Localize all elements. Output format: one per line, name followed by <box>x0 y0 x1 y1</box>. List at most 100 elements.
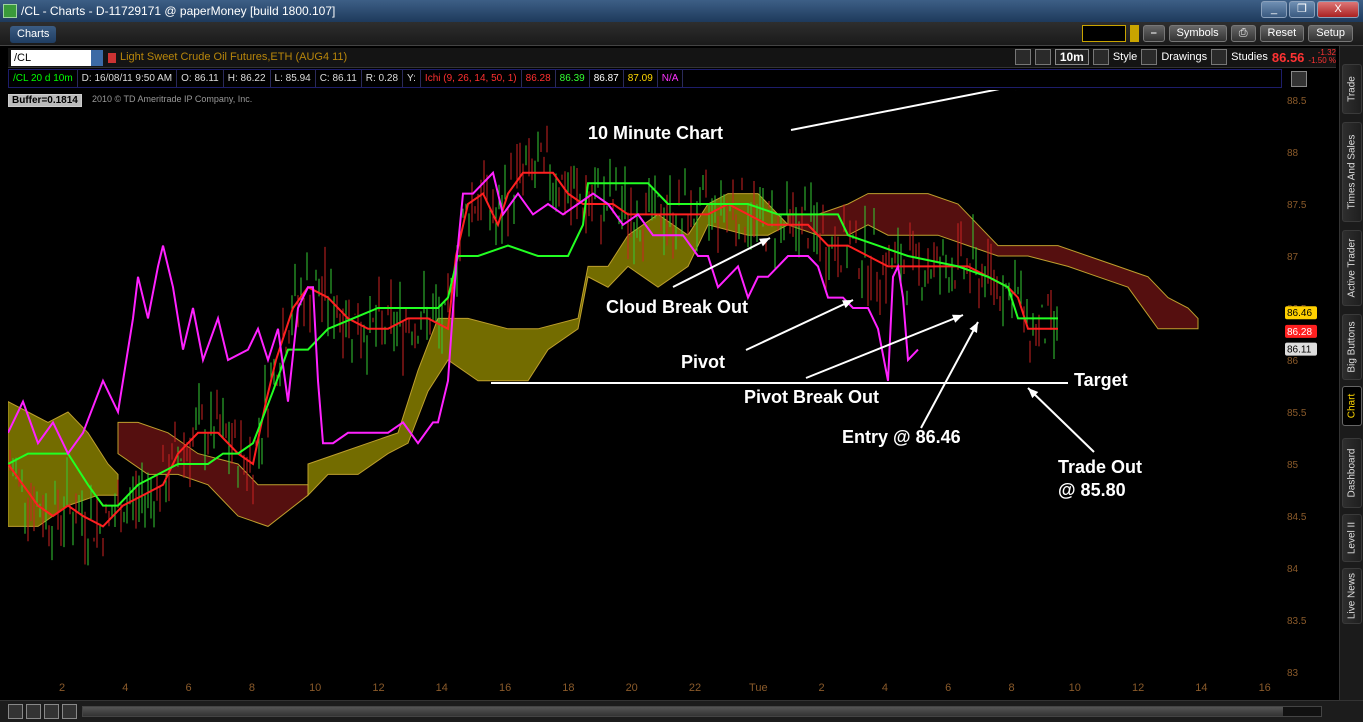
studies-icon[interactable] <box>1211 49 1228 65</box>
annotation-pivot-break: Pivot Break Out <box>744 387 879 407</box>
ichimoku-cloud <box>117 421 309 527</box>
symbol-description: Light Sweet Crude Oil Futures,ETH (AUG4 … <box>120 51 348 63</box>
side-tab-label: Times And Sales <box>1346 134 1358 210</box>
print-icon[interactable]: ⎙ <box>1230 25 1256 42</box>
drawings-button[interactable]: Drawings <box>1161 51 1207 63</box>
side-tab-label: Level II <box>1346 521 1358 555</box>
bottom-toolbar <box>0 700 1363 722</box>
symbol-input[interactable]: /CL <box>11 50 91 66</box>
setup-button[interactable]: Setup <box>1308 25 1353 42</box>
trade-out-arrow <box>1027 387 1095 453</box>
pan-hand-icon[interactable] <box>62 704 77 719</box>
symbol-bar: /CL Light Sweet Crude Oil Futures,ETH (A… <box>8 48 1336 68</box>
ichimoku-cloud <box>307 193 789 497</box>
price-tick: 87.5 <box>1287 200 1307 211</box>
symbol-dropdown-icon[interactable] <box>91 50 103 66</box>
pivot-break-arrow <box>805 314 964 379</box>
time-tick: 2 <box>59 682 65 694</box>
side-tab-dashboard[interactable]: Dashboard <box>1342 438 1362 508</box>
side-tab-level-ii[interactable]: Level II <box>1342 514 1362 562</box>
price-tick: 86 <box>1287 356 1299 367</box>
title-arrow <box>790 83 1026 131</box>
zoom-icon[interactable] <box>1014 49 1031 65</box>
chart-canvas[interactable]: 10 Minute Chart Cloud Break Out Pivot Pivot… <box>7 81 1282 676</box>
side-tab-label: Chart <box>1346 393 1358 419</box>
price-change: -1.32 -1.50 % <box>1308 49 1336 65</box>
app-icon <box>3 4 17 18</box>
side-tab-label: Trade <box>1346 76 1358 102</box>
settings-icon[interactable] <box>1034 49 1051 65</box>
drawings-icon[interactable] <box>1141 49 1158 65</box>
window-controls: _ ❐ X <box>1261 1 1359 18</box>
pivot-break-arrow-head <box>952 314 963 323</box>
study-value-3: 86.87 <box>590 70 624 87</box>
minimize-button[interactable]: _ <box>1261 1 1287 18</box>
time-tick: Tue <box>749 682 768 694</box>
symbols-button[interactable]: Symbols <box>1168 25 1227 42</box>
annotation-trade-out: Trade Out <box>1058 457 1142 477</box>
time-tick: 12 <box>1132 682 1144 694</box>
time-tick: 4 <box>882 682 888 694</box>
link-dropdown-icon[interactable] <box>1130 25 1139 42</box>
side-tab-times-and-sales[interactable]: Times And Sales <box>1342 122 1362 222</box>
price-scale-canvas: 88.58887.58786.58685.58584.58483.58386.4… <box>1285 96 1317 679</box>
time-axis[interactable]: 2 4 6 8 10 12 14 16 18 20 22 Tue 2 4 6 8 10 12 14 16 <box>8 676 1282 698</box>
style-icon[interactable] <box>1092 49 1109 65</box>
price-chart[interactable]: 10 Minute Chart Cloud Break Out Pivot Pivot… <box>7 81 1282 676</box>
entry-arrow <box>920 321 979 429</box>
time-tick: 22 <box>689 682 701 694</box>
tab-charts[interactable]: Charts <box>10 26 57 43</box>
price-tag: 86.11 <box>1287 345 1312 356</box>
horizontal-scrollbar[interactable] <box>82 706 1322 717</box>
bar-open: O: 86.11 <box>177 70 224 87</box>
studies-button[interactable]: Studies <box>1231 51 1268 63</box>
side-tab-trade[interactable]: Trade <box>1342 64 1362 114</box>
ichimoku-cloud <box>787 193 1199 330</box>
price-tick: 84.5 <box>1287 512 1307 523</box>
maximize-button[interactable]: ❐ <box>1289 1 1315 18</box>
price-tick: 83 <box>1287 668 1299 676</box>
chart-settings-icon[interactable] <box>1291 71 1307 87</box>
bar-low: L: 85.94 <box>271 70 316 87</box>
time-tick: 10 <box>309 682 321 694</box>
time-tick: 16 <box>1259 682 1271 694</box>
time-axis-canvas: 2 4 6 8 10 12 14 16 18 20 22 Tue 2 4 6 8 10 12 14 16 <box>59 682 1271 694</box>
study-label[interactable]: Ichi (9, 26, 14, 50, 1) <box>421 70 522 87</box>
side-tab-live-news[interactable]: Live News <box>1342 568 1362 624</box>
time-tick: 20 <box>626 682 638 694</box>
chart-controls: 10m Style Drawings Studies 86.56 -1.32 -… <box>1014 49 1336 65</box>
price-scale[interactable]: 88.58887.58786.58685.58584.58483.58386.4… <box>1283 90 1338 679</box>
annotation-target: Target <box>1074 370 1128 390</box>
time-tick: 18 <box>562 682 574 694</box>
zoom-out-icon[interactable] <box>8 704 23 719</box>
study-value-5: N/A <box>658 70 684 87</box>
side-tab-chart[interactable]: Chart <box>1342 386 1362 426</box>
close-button[interactable]: X <box>1317 1 1359 18</box>
scrollbar-thumb[interactable] <box>83 707 1283 716</box>
chart-label[interactable]: /CL 20 d 10m <box>9 70 78 87</box>
reset-button[interactable]: Reset <box>1259 25 1305 42</box>
link-box[interactable] <box>1082 25 1126 42</box>
side-tab-active-trader[interactable]: Active Trader <box>1342 230 1362 306</box>
bar-date: D: 16/08/11 9:50 AM <box>78 70 178 87</box>
time-tick: 4 <box>122 682 128 694</box>
window-title: /CL - Charts - D-11729171 @ paperMoney [… <box>21 4 336 18</box>
price-tick: 83.5 <box>1287 616 1307 627</box>
price-tick: 88 <box>1287 148 1299 159</box>
annotation-cloud-break: Cloud Break Out <box>606 297 748 317</box>
study-value-4: 87.09 <box>624 70 658 87</box>
time-tick: 2 <box>819 682 825 694</box>
study-value-2: 86.39 <box>556 70 590 87</box>
bar-high: H: 86.22 <box>224 70 271 87</box>
style-button[interactable]: Style <box>1113 51 1137 63</box>
side-tab-label: Live News <box>1346 572 1358 620</box>
magnifier-icon[interactable] <box>44 704 59 719</box>
chart-info-bar: /CL 20 d 10m D: 16/08/11 9:50 AM O: 86.1… <box>8 69 1282 88</box>
title-bar: /CL - Charts - D-11729171 @ paperMoney [… <box>0 0 1363 22</box>
side-tab-big-buttons[interactable]: Big Buttons <box>1342 314 1362 380</box>
price-tick: 85.5 <box>1287 408 1307 419</box>
key-icon[interactable]: ⎯ <box>1143 25 1165 42</box>
timeframe-button[interactable]: 10m <box>1054 49 1089 65</box>
price-tick: 85 <box>1287 460 1299 471</box>
zoom-in-icon[interactable] <box>26 704 41 719</box>
